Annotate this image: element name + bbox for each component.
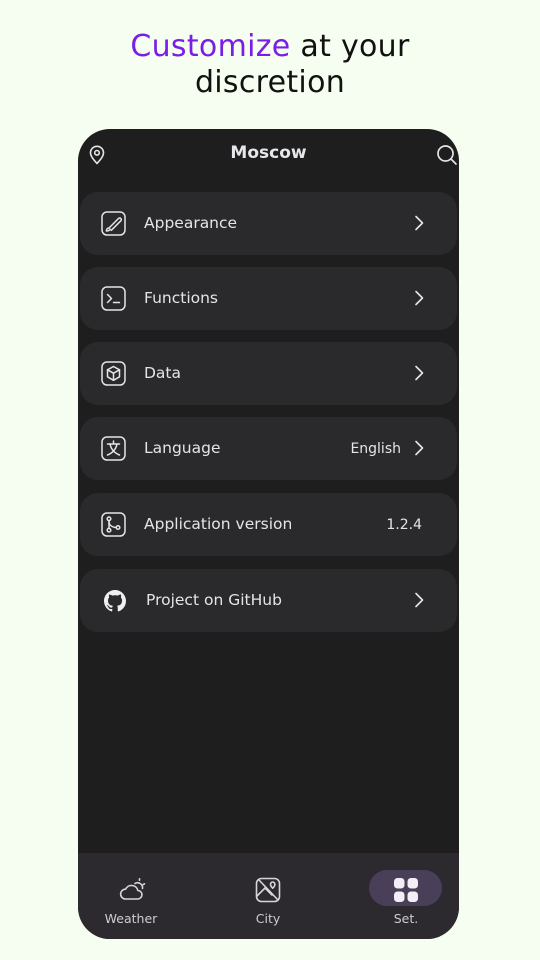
settings-item-label: Data — [144, 364, 182, 382]
github-icon — [104, 590, 126, 612]
chevron-right-icon — [414, 365, 424, 381]
settings-item-label: Application version — [144, 515, 293, 533]
nav-item-settings[interactable]: Set. — [350, 853, 459, 939]
terminal-icon — [101, 286, 126, 311]
bottom-navigation: Weather City Set. — [78, 853, 459, 939]
top-app-bar: Moscow — [78, 129, 459, 181]
settings-item-label: Project on GitHub — [146, 591, 282, 609]
settings-item-data[interactable]: Data — [80, 342, 457, 405]
headline-rest-text: at your — [290, 29, 410, 64]
language-value: English — [350, 441, 401, 457]
promo-headline: Customize at your discretion — [0, 29, 540, 101]
grid-icon — [393, 877, 419, 903]
settings-item-app-version: Application version 1.2.4 — [80, 493, 457, 556]
nav-label-settings: Set. — [393, 911, 419, 926]
chevron-right-icon — [414, 215, 424, 231]
search-icon[interactable] — [436, 144, 458, 166]
nav-label-weather: Weather — [104, 911, 158, 926]
chevron-right-icon — [414, 592, 424, 608]
git-branch-icon — [101, 512, 126, 537]
cloud-sun-icon — [118, 877, 146, 903]
settings-item-label: Appearance — [144, 214, 238, 232]
headline-line-1: Customize at your — [0, 29, 540, 65]
chevron-right-icon — [414, 440, 424, 456]
headline-accent-text: Customize — [130, 29, 291, 64]
map-image-icon — [255, 877, 283, 903]
nav-item-city[interactable]: City — [213, 853, 323, 939]
settings-item-github[interactable]: Project on GitHub — [80, 569, 457, 632]
nav-item-weather[interactable]: Weather — [78, 853, 188, 939]
city-title[interactable]: Moscow — [78, 143, 459, 163]
settings-item-label: Functions — [144, 289, 219, 307]
settings-item-functions[interactable]: Functions — [80, 267, 457, 330]
chevron-right-icon — [414, 290, 424, 306]
settings-item-language[interactable]: Language English — [80, 417, 457, 480]
nav-label-city: City — [255, 911, 281, 926]
cube-icon — [101, 361, 126, 386]
headline-line-2: discretion — [194, 65, 346, 100]
settings-item-appearance[interactable]: Appearance — [80, 192, 457, 255]
phone-screen: Moscow Appearance Functions Data Languag… — [78, 129, 459, 939]
translate-icon — [101, 436, 126, 461]
app-version-value: 1.2.4 — [386, 517, 422, 533]
settings-item-label: Language — [144, 439, 221, 457]
brush-icon — [101, 211, 126, 236]
